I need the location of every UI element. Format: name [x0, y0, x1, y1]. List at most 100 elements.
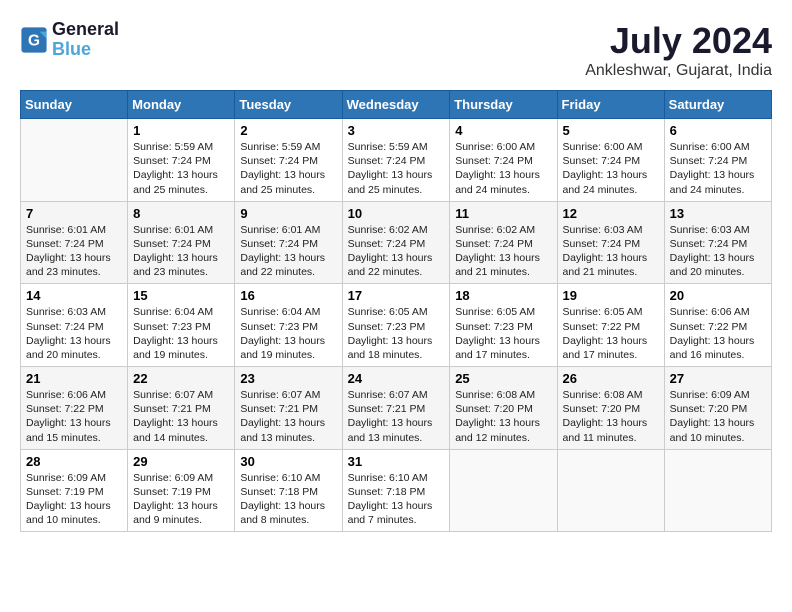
day-number: 12 — [563, 206, 659, 221]
day-info: Sunrise: 6:05 AM Sunset: 7:23 PM Dayligh… — [348, 305, 445, 362]
day-number: 7 — [26, 206, 122, 221]
weekday-header-row: SundayMondayTuesdayWednesdayThursdayFrid… — [21, 91, 772, 119]
calendar-cell: 20 Sunrise: 6:06 AM Sunset: 7:22 PM Dayli… — [664, 284, 771, 367]
day-info: Sunrise: 5:59 AM Sunset: 7:24 PM Dayligh… — [348, 140, 445, 197]
day-info: Sunrise: 6:00 AM Sunset: 7:24 PM Dayligh… — [670, 140, 766, 197]
day-info: Sunrise: 6:10 AM Sunset: 7:18 PM Dayligh… — [240, 471, 336, 528]
calendar-cell — [450, 449, 557, 532]
logo-text: GeneralBlue — [52, 20, 119, 60]
calendar-cell: 16 Sunrise: 6:04 AM Sunset: 7:23 PM Dayli… — [235, 284, 342, 367]
day-info: Sunrise: 6:10 AM Sunset: 7:18 PM Dayligh… — [348, 471, 445, 528]
day-info: Sunrise: 6:02 AM Sunset: 7:24 PM Dayligh… — [455, 223, 551, 280]
day-info: Sunrise: 6:04 AM Sunset: 7:23 PM Dayligh… — [240, 305, 336, 362]
svg-text:G: G — [28, 32, 40, 49]
logo: G GeneralBlue — [20, 20, 119, 60]
week-row-5: 28 Sunrise: 6:09 AM Sunset: 7:19 PM Dayli… — [21, 449, 772, 532]
calendar-cell: 21 Sunrise: 6:06 AM Sunset: 7:22 PM Dayli… — [21, 367, 128, 450]
day-number: 21 — [26, 371, 122, 386]
day-info: Sunrise: 6:03 AM Sunset: 7:24 PM Dayligh… — [670, 223, 766, 280]
day-info: Sunrise: 6:09 AM Sunset: 7:20 PM Dayligh… — [670, 388, 766, 445]
calendar-cell: 17 Sunrise: 6:05 AM Sunset: 7:23 PM Dayli… — [342, 284, 450, 367]
day-info: Sunrise: 6:01 AM Sunset: 7:24 PM Dayligh… — [133, 223, 229, 280]
main-title: July 2024 — [585, 20, 772, 62]
day-number: 18 — [455, 288, 551, 303]
day-info: Sunrise: 6:08 AM Sunset: 7:20 PM Dayligh… — [455, 388, 551, 445]
day-info: Sunrise: 5:59 AM Sunset: 7:24 PM Dayligh… — [240, 140, 336, 197]
day-number: 17 — [348, 288, 445, 303]
calendar-cell: 18 Sunrise: 6:05 AM Sunset: 7:23 PM Dayli… — [450, 284, 557, 367]
calendar-cell: 23 Sunrise: 6:07 AM Sunset: 7:21 PM Dayli… — [235, 367, 342, 450]
week-row-4: 21 Sunrise: 6:06 AM Sunset: 7:22 PM Dayli… — [21, 367, 772, 450]
calendar-cell — [21, 119, 128, 202]
calendar-cell: 14Sunrise: 6:03 AM Sunset: 7:24 PM Dayli… — [21, 284, 128, 367]
day-number: 26 — [563, 371, 659, 386]
calendar-cell: 1Sunrise: 5:59 AM Sunset: 7:24 PM Daylig… — [128, 119, 235, 202]
week-row-2: 7 Sunrise: 6:01 AM Sunset: 7:24 PM Daylig… — [21, 201, 772, 284]
day-number: 4 — [455, 123, 551, 138]
calendar-cell: 24 Sunrise: 6:07 AM Sunset: 7:21 PM Dayli… — [342, 367, 450, 450]
calendar-cell: 28 Sunrise: 6:09 AM Sunset: 7:19 PM Dayli… — [21, 449, 128, 532]
day-number: 16 — [240, 288, 336, 303]
calendar-cell: 9Sunrise: 6:01 AM Sunset: 7:24 PM Daylig… — [235, 201, 342, 284]
day-info: Sunrise: 6:09 AM Sunset: 7:19 PM Dayligh… — [133, 471, 229, 528]
day-number: 20 — [670, 288, 766, 303]
day-number: 14 — [26, 288, 122, 303]
week-row-1: 1Sunrise: 5:59 AM Sunset: 7:24 PM Daylig… — [21, 119, 772, 202]
day-number: 30 — [240, 454, 336, 469]
day-number: 5 — [563, 123, 659, 138]
page-header: G GeneralBlue July 2024 Ankleshwar, Guja… — [20, 20, 772, 80]
day-info: Sunrise: 6:07 AM Sunset: 7:21 PM Dayligh… — [348, 388, 445, 445]
subtitle: Ankleshwar, Gujarat, India — [585, 62, 772, 80]
day-info: Sunrise: 6:05 AM Sunset: 7:22 PM Dayligh… — [563, 305, 659, 362]
calendar-cell: 3 Sunrise: 5:59 AM Sunset: 7:24 PM Daylig… — [342, 119, 450, 202]
day-number: 2 — [240, 123, 336, 138]
calendar-cell — [557, 449, 664, 532]
calendar-cell: 31 Sunrise: 6:10 AM Sunset: 7:18 PM Dayli… — [342, 449, 450, 532]
day-number: 9 — [240, 206, 336, 221]
day-info: Sunrise: 6:01 AM Sunset: 7:24 PM Dayligh… — [26, 223, 122, 280]
day-info: Sunrise: 6:06 AM Sunset: 7:22 PM Dayligh… — [26, 388, 122, 445]
day-number: 10 — [348, 206, 445, 221]
day-info: Sunrise: 6:03 AM Sunset: 7:24 PM Dayligh… — [563, 223, 659, 280]
day-info: Sunrise: 6:00 AM Sunset: 7:24 PM Dayligh… — [563, 140, 659, 197]
day-number: 13 — [670, 206, 766, 221]
calendar-cell: 15Sunrise: 6:04 AM Sunset: 7:23 PM Dayli… — [128, 284, 235, 367]
day-number: 28 — [26, 454, 122, 469]
calendar-cell: 2 Sunrise: 5:59 AM Sunset: 7:24 PM Daylig… — [235, 119, 342, 202]
weekday-header-thursday: Thursday — [450, 91, 557, 119]
title-block: July 2024 Ankleshwar, Gujarat, India — [585, 20, 772, 80]
calendar-cell: 11Sunrise: 6:02 AM Sunset: 7:24 PM Dayli… — [450, 201, 557, 284]
day-number: 22 — [133, 371, 229, 386]
weekday-header-monday: Monday — [128, 91, 235, 119]
calendar-cell: 29 Sunrise: 6:09 AM Sunset: 7:19 PM Dayli… — [128, 449, 235, 532]
weekday-header-wednesday: Wednesday — [342, 91, 450, 119]
day-number: 29 — [133, 454, 229, 469]
day-info: Sunrise: 6:05 AM Sunset: 7:23 PM Dayligh… — [455, 305, 551, 362]
day-info: Sunrise: 6:07 AM Sunset: 7:21 PM Dayligh… — [240, 388, 336, 445]
day-info: Sunrise: 6:09 AM Sunset: 7:19 PM Dayligh… — [26, 471, 122, 528]
calendar-cell: 10 Sunrise: 6:02 AM Sunset: 7:24 PM Dayli… — [342, 201, 450, 284]
day-number: 6 — [670, 123, 766, 138]
day-number: 23 — [240, 371, 336, 386]
day-number: 15 — [133, 288, 229, 303]
logo-icon: G — [20, 26, 48, 54]
day-info: Sunrise: 5:59 AM Sunset: 7:24 PM Dayligh… — [133, 140, 229, 197]
day-number: 25 — [455, 371, 551, 386]
day-number: 31 — [348, 454, 445, 469]
calendar-cell: 4 Sunrise: 6:00 AM Sunset: 7:24 PM Daylig… — [450, 119, 557, 202]
day-info: Sunrise: 6:02 AM Sunset: 7:24 PM Dayligh… — [348, 223, 445, 280]
day-info: Sunrise: 6:06 AM Sunset: 7:22 PM Dayligh… — [670, 305, 766, 362]
day-number: 19 — [563, 288, 659, 303]
calendar-cell: 13 Sunrise: 6:03 AM Sunset: 7:24 PM Dayli… — [664, 201, 771, 284]
day-number: 8 — [133, 206, 229, 221]
calendar-cell: 22Sunrise: 6:07 AM Sunset: 7:21 PM Dayli… — [128, 367, 235, 450]
weekday-header-sunday: Sunday — [21, 91, 128, 119]
day-number: 3 — [348, 123, 445, 138]
day-info: Sunrise: 6:00 AM Sunset: 7:24 PM Dayligh… — [455, 140, 551, 197]
weekday-header-saturday: Saturday — [664, 91, 771, 119]
calendar-cell: 6 Sunrise: 6:00 AM Sunset: 7:24 PM Daylig… — [664, 119, 771, 202]
day-number: 27 — [670, 371, 766, 386]
day-number: 24 — [348, 371, 445, 386]
weekday-header-tuesday: Tuesday — [235, 91, 342, 119]
calendar-cell: 5 Sunrise: 6:00 AM Sunset: 7:24 PM Daylig… — [557, 119, 664, 202]
